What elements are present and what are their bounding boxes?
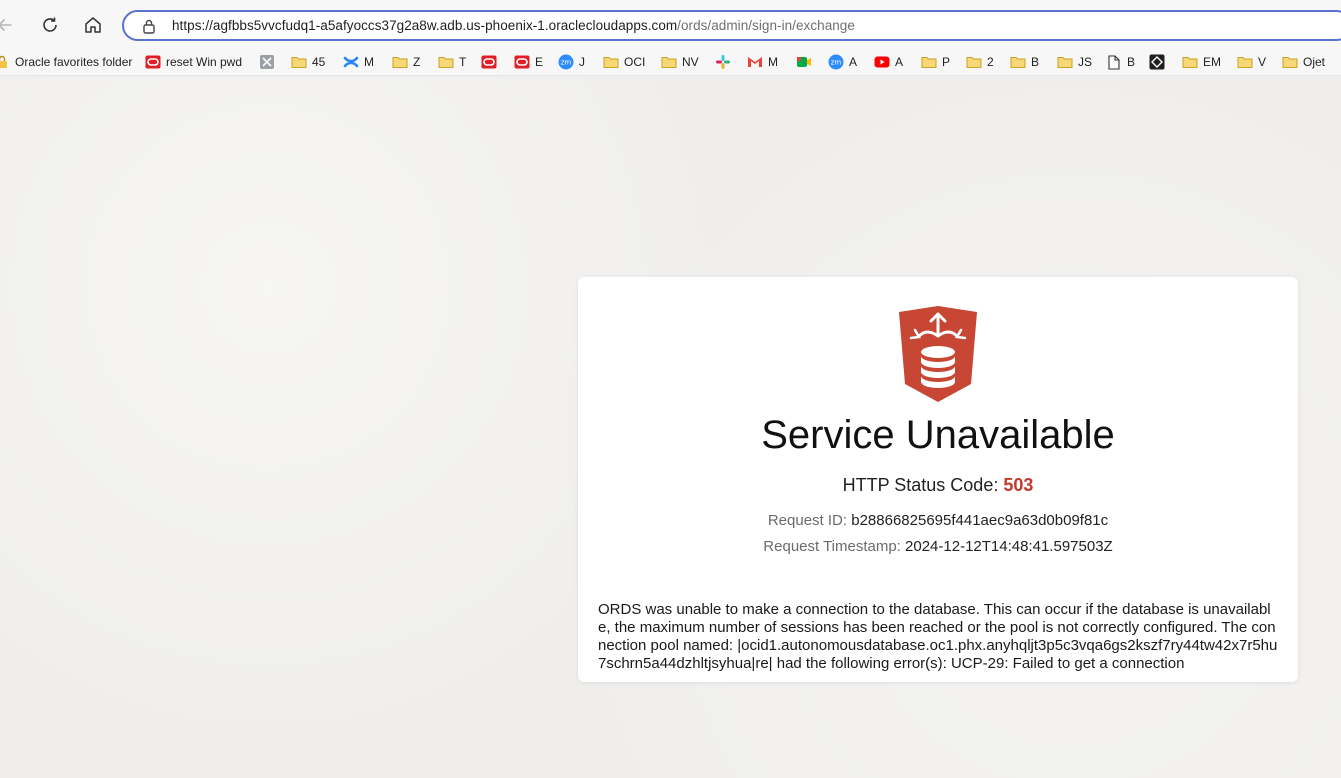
bookmark-label: Ojet: [1303, 55, 1326, 69]
bookmark-label: M: [768, 55, 778, 69]
bookmark-item[interactable]: zm A: [828, 52, 857, 72]
bookmark-label: B: [1031, 55, 1040, 69]
bookmark-item[interactable]: E: [514, 52, 543, 72]
bookmark-item[interactable]: Oracle favorites folder: [0, 52, 132, 72]
confluence-icon: [343, 54, 359, 70]
bookmark-label: OCI: [624, 55, 646, 69]
http-status: HTTP Status Code: 503: [578, 475, 1298, 496]
zoom-icon: zm: [558, 54, 574, 70]
folder-icon: [1182, 54, 1198, 70]
status-code: 503: [1003, 475, 1034, 495]
bookmark-label: M: [364, 55, 374, 69]
url-path: /ords/admin/sign-in/exchange: [677, 18, 855, 33]
bookmark-label: A: [849, 55, 858, 69]
request-id: Request ID: b28866825695f441aec9a63d0b09…: [578, 512, 1298, 529]
bookmark-item[interactable]: [259, 52, 280, 72]
request-timestamp: Request Timestamp: 2024-12-12T14:48:41.5…: [578, 538, 1298, 555]
bookmark-item[interactable]: [1149, 52, 1170, 72]
gmail-icon: [747, 54, 763, 70]
status-label: HTTP Status Code:: [842, 475, 999, 495]
folder-icon: [438, 54, 454, 70]
bookmark-label: reset Win pwd: [166, 55, 243, 69]
bookmark-label: P: [942, 55, 951, 69]
folder-icon: [1237, 54, 1253, 70]
svg-text:zm: zm: [561, 59, 572, 67]
reload-icon[interactable]: [37, 12, 63, 38]
bookmark-label: 45: [312, 55, 326, 69]
request-id-label: Request ID:: [767, 512, 848, 529]
bookmarks-bar: Oracle favorites folder reset Win pwd 45 M Z…: [0, 48, 1341, 76]
bookmark-item[interactable]: [481, 52, 502, 72]
dark-square-icon: [1149, 54, 1165, 70]
oracle-icon: [481, 54, 497, 70]
folder-icon: [1282, 54, 1298, 70]
bookmark-label: JS: [1078, 55, 1093, 69]
bookmark-label: B: [1127, 55, 1136, 69]
request-timestamp-label: Request Timestamp:: [763, 538, 901, 555]
bookmark-label: E: [535, 55, 544, 69]
error-message: ORDS was unable to make a connection to …: [598, 601, 1278, 672]
bookmark-item[interactable]: OCI: [603, 52, 645, 72]
ords-database-logo-icon: [899, 306, 977, 402]
bookmark-label: V: [1258, 55, 1267, 69]
address-bar[interactable]: https://agfbbs5vvcfudq1-a5afyoccs37g2a8w…: [122, 10, 1341, 41]
bookmark-item[interactable]: [796, 52, 817, 72]
url-text[interactable]: https://agfbbs5vvcfudq1-a5afyoccs37g2a8w…: [172, 18, 855, 33]
lock-icon: [0, 54, 10, 70]
bookmark-item[interactable]: V: [1237, 52, 1266, 72]
bookmark-item[interactable]: 45: [291, 52, 325, 72]
bookmark-label: EM: [1203, 55, 1221, 69]
bookmark-item[interactable]: T: [438, 52, 466, 72]
bookmark-item[interactable]: [715, 52, 736, 72]
bookmark-item[interactable]: 2: [966, 52, 994, 72]
bookmark-item[interactable]: zm J: [558, 52, 585, 72]
bookmark-item[interactable]: Z: [392, 52, 420, 72]
folder-icon: [966, 54, 982, 70]
youtube-icon: [874, 54, 890, 70]
bookmark-item[interactable]: M: [747, 52, 778, 72]
folder-icon: [1057, 54, 1073, 70]
tools-icon: [259, 54, 275, 70]
bookmark-item[interactable]: B: [1106, 52, 1135, 72]
bookmark-item[interactable]: Ojet: [1282, 52, 1325, 72]
bookmark-label: J: [579, 55, 585, 69]
folder-icon: [291, 54, 307, 70]
bookmark-item[interactable]: reset Win pwd: [145, 52, 242, 72]
request-id-value: b28866825695f441aec9a63d0b09f81c: [851, 512, 1109, 529]
svg-text:zm: zm: [831, 59, 842, 67]
bookmark-item[interactable]: M: [343, 52, 374, 72]
document-icon: [1106, 54, 1122, 70]
zoom-icon: zm: [828, 54, 844, 70]
oracle-icon: [145, 54, 161, 70]
folder-icon: [661, 54, 677, 70]
bookmark-item[interactable]: EM: [1182, 52, 1221, 72]
bookmark-label: Oracle favorites folder: [15, 55, 133, 69]
back-arrow-icon[interactable]: [0, 12, 18, 38]
url-host: https://agfbbs5vvcfudq1-a5afyoccs37g2a8w…: [172, 18, 678, 33]
page-title: Service Unavailable: [761, 413, 1115, 457]
bookmark-item[interactable]: P: [921, 52, 950, 72]
folder-icon: [603, 54, 619, 70]
bookmark-label: NV: [682, 55, 699, 69]
oracle-icon: [514, 54, 530, 70]
folder-icon: [392, 54, 408, 70]
meet-icon: [796, 54, 812, 70]
folder-icon: [1010, 54, 1026, 70]
request-timestamp-value: 2024-12-12T14:48:41.597503Z: [905, 538, 1113, 555]
bookmark-label: 2: [987, 55, 994, 69]
bookmark-item[interactable]: NV: [661, 52, 699, 72]
bookmark-label: A: [895, 55, 904, 69]
browser-toolbar: https://agfbbs5vvcfudq1-a5afyoccs37g2a8w…: [0, 0, 1341, 48]
lock-icon[interactable]: [142, 18, 156, 39]
home-icon[interactable]: [80, 12, 106, 38]
bookmark-label: Z: [413, 55, 421, 69]
slack-icon: [715, 54, 731, 70]
bookmark-item[interactable]: A: [874, 52, 903, 72]
folder-icon: [921, 54, 937, 70]
bookmark-item[interactable]: B: [1010, 52, 1039, 72]
bookmark-label: T: [459, 55, 467, 69]
bookmark-item[interactable]: JS: [1057, 52, 1092, 72]
